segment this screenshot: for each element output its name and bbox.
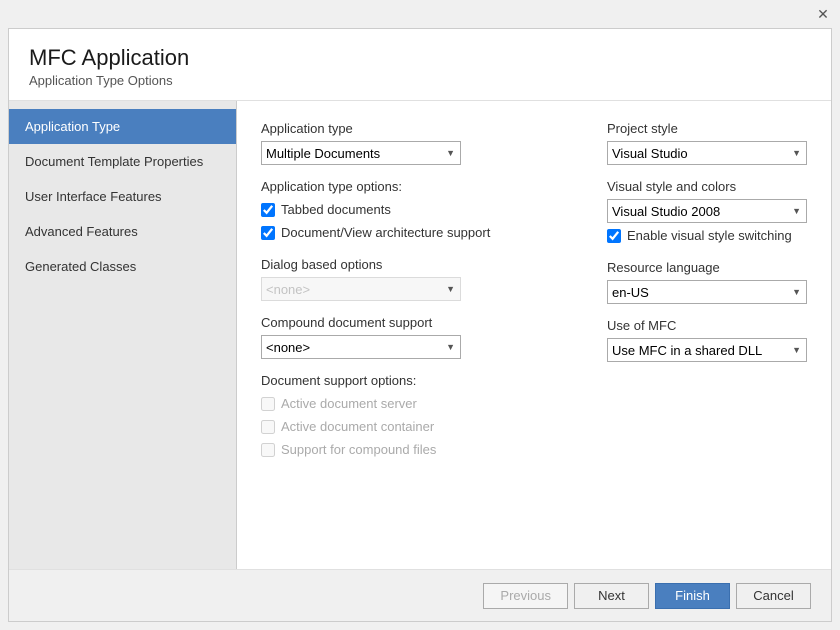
sidebar-item-advanced-features[interactable]: Advanced Features [9,214,236,249]
dialog-based-label: Dialog based options [261,257,583,272]
left-column: Application type Multiple Documents Sing… [261,121,583,549]
tabbed-documents-checkbox[interactable] [261,203,275,217]
visual-style-label: Visual style and colors [607,179,807,194]
active-doc-server-checkbox [261,397,275,411]
use-mfc-group: Use of MFC Use MFC in a shared DLL Use M… [607,318,807,362]
support-compound-files-row: Support for compound files [261,442,583,457]
visual-style-select[interactable]: Visual Studio 2008 Windows Native/Defaul… [607,199,807,223]
project-style-select-wrapper: Visual Studio MFC Standard Office [607,141,807,165]
sidebar-item-user-interface[interactable]: User Interface Features [9,179,236,214]
dialog-header: MFC Application Application Type Options [9,29,831,101]
active-doc-container-row: Active document container [261,419,583,434]
use-mfc-select[interactable]: Use MFC in a shared DLL Use MFC in a sta… [607,338,807,362]
application-type-label: Application type [261,121,583,136]
sidebar-item-generated-classes[interactable]: Generated Classes [9,249,236,284]
main-content: Application type Multiple Documents Sing… [237,101,831,569]
active-doc-container-label: Active document container [281,419,434,434]
sidebar-item-document-template[interactable]: Document Template Properties [9,144,236,179]
visual-style-group: Visual style and colors Visual Studio 20… [607,179,807,246]
docview-label: Document/View architecture support [281,225,490,240]
cancel-button[interactable]: Cancel [736,583,811,609]
sidebar: Application Type Document Template Prope… [9,101,237,569]
docview-row: Document/View architecture support [261,225,583,240]
support-compound-files-checkbox [261,443,275,457]
use-mfc-label: Use of MFC [607,318,807,333]
dialog-subtitle: Application Type Options [29,73,811,88]
enable-visual-switching-label: Enable visual style switching [627,228,792,243]
project-style-label: Project style [607,121,807,136]
dialog-based-group: Dialog based options <none> [261,257,583,301]
support-compound-files-label: Support for compound files [281,442,436,457]
doc-support-label: Document support options: [261,373,583,388]
application-type-select-wrapper: Multiple Documents Single Document Dialo… [261,141,461,165]
resource-language-label: Resource language [607,260,807,275]
enable-visual-switching-checkbox[interactable] [607,229,621,243]
resource-language-group: Resource language en-US en-GB de-DE fr-F… [607,260,807,304]
enable-visual-switching-row: Enable visual style switching [607,228,807,243]
compound-support-select-wrapper: <none> Container Mini-server Full-server… [261,335,461,359]
resource-language-select[interactable]: en-US en-GB de-DE fr-FR [607,280,807,304]
next-button[interactable]: Next [574,583,649,609]
tabbed-docs-row: Tabbed documents [261,202,583,217]
docview-checkbox[interactable] [261,226,275,240]
compound-support-label: Compound document support [261,315,583,330]
dialog: MFC Application Application Type Options… [8,28,832,622]
active-doc-container-checkbox [261,420,275,434]
active-doc-server-row: Active document server [261,396,583,411]
title-bar: ✕ [0,0,840,28]
dialog-based-select: <none> [261,277,461,301]
project-style-select[interactable]: Visual Studio MFC Standard Office [607,141,807,165]
application-type-group: Application type Multiple Documents Sing… [261,121,583,165]
finish-button[interactable]: Finish [655,583,730,609]
application-type-select[interactable]: Multiple Documents Single Document Dialo… [261,141,461,165]
right-column: Project style Visual Studio MFC Standard… [607,121,807,549]
resource-language-select-wrapper: en-US en-GB de-DE fr-FR [607,280,807,304]
app-type-options-group: Application type options: Tabbed documen… [261,179,583,243]
dialog-based-select-wrapper: <none> [261,277,461,301]
doc-support-group: Document support options: Active documen… [261,373,583,460]
project-style-group: Project style Visual Studio MFC Standard… [607,121,807,165]
dialog-footer: Previous Next Finish Cancel [9,569,831,621]
visual-style-select-wrapper: Visual Studio 2008 Windows Native/Defaul… [607,199,807,223]
dialog-body: Application Type Document Template Prope… [9,101,831,569]
app-type-options-label: Application type options: [261,179,583,194]
compound-support-select[interactable]: <none> Container Mini-server Full-server… [261,335,461,359]
close-button[interactable]: ✕ [814,5,832,23]
compound-support-group: Compound document support <none> Contain… [261,315,583,359]
sidebar-item-application-type[interactable]: Application Type [9,109,236,144]
previous-button[interactable]: Previous [483,583,568,609]
active-doc-server-label: Active document server [281,396,417,411]
tabbed-documents-label: Tabbed documents [281,202,391,217]
use-mfc-select-wrapper: Use MFC in a shared DLL Use MFC in a sta… [607,338,807,362]
dialog-title: MFC Application [29,45,811,71]
